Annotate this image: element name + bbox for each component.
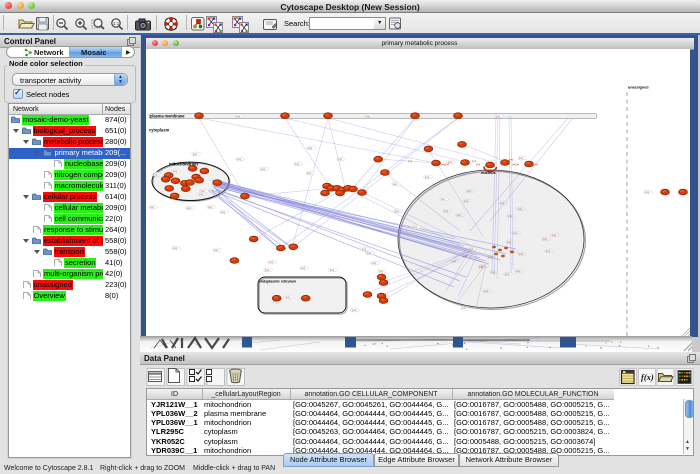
svg-text:[•••]: [•••] bbox=[542, 237, 547, 241]
svg-text:[•••]: [•••] bbox=[451, 259, 456, 263]
svg-text:[•••]: [•••] bbox=[518, 156, 523, 160]
svg-text:mitochondrion: mitochondrion bbox=[169, 161, 198, 166]
svg-text:nucleus: nucleus bbox=[481, 169, 496, 174]
svg-text:[•••]: [•••] bbox=[466, 189, 471, 193]
svg-text:[•••]: [•••] bbox=[490, 270, 495, 274]
svg-text:f(x): f(x) bbox=[641, 372, 654, 382]
svg-text:[•••]: [•••] bbox=[306, 171, 311, 175]
svg-text:[•••]: [•••] bbox=[504, 272, 509, 276]
svg-text:[•••]: [•••] bbox=[285, 295, 290, 299]
svg-text:[•••]: [•••] bbox=[461, 306, 466, 310]
svg-text:[•••]: [•••] bbox=[394, 209, 399, 213]
svg-text:[•••]: [•••] bbox=[220, 210, 225, 214]
svg-text:[•••]: [•••] bbox=[361, 247, 366, 251]
svg-text:[•••]: [•••] bbox=[186, 206, 191, 210]
svg-text:[•••]: [•••] bbox=[483, 289, 488, 293]
svg-text:[•••]: [•••] bbox=[192, 152, 197, 156]
svg-text:[•••]: [•••] bbox=[172, 246, 177, 250]
svg-text:[•••]: [•••] bbox=[499, 201, 504, 205]
svg-text:endoplasmic reticulum: endoplasmic reticulum bbox=[259, 279, 296, 283]
svg-text:[•••]: [•••] bbox=[412, 225, 417, 229]
svg-text:[•••]: [•••] bbox=[235, 113, 240, 117]
svg-text:[•••]: [•••] bbox=[478, 265, 483, 269]
svg-text:[•••]: [•••] bbox=[512, 231, 517, 235]
svg-text:[•••]: [•••] bbox=[149, 205, 154, 209]
svg-text:[•••]: [•••] bbox=[307, 146, 312, 150]
svg-text:[•••]: [•••] bbox=[213, 248, 218, 252]
svg-text:[•••]: [•••] bbox=[392, 182, 397, 186]
svg-text:[•••]: [•••] bbox=[260, 167, 265, 171]
svg-text:[•••]: [•••] bbox=[509, 158, 513, 161]
svg-text:[•••]: [•••] bbox=[236, 157, 241, 161]
svg-text:[•••]: [•••] bbox=[534, 163, 538, 166]
svg-text:[•••]: [•••] bbox=[337, 157, 342, 161]
svg-text:[•••]: [•••] bbox=[424, 175, 429, 179]
svg-text:[•••]: [•••] bbox=[551, 233, 556, 237]
svg-text:1:1: 1:1 bbox=[113, 21, 120, 26]
svg-text:[•••]: [•••] bbox=[294, 162, 299, 166]
svg-text:plasma membrane: plasma membrane bbox=[150, 113, 185, 118]
svg-text:[•••]: [•••] bbox=[440, 197, 445, 201]
svg-text:[•••]: [•••] bbox=[487, 255, 492, 259]
svg-text:[•••]: [•••] bbox=[456, 213, 461, 217]
svg-text:[•••]: [•••] bbox=[366, 251, 371, 255]
svg-text:unassigned: unassigned bbox=[628, 85, 649, 89]
svg-text:[•••]: [•••] bbox=[644, 190, 649, 194]
svg-text:[•••]: [•••] bbox=[476, 163, 480, 166]
svg-text:[•••]: [•••] bbox=[515, 269, 520, 273]
svg-text:[•••]: [•••] bbox=[462, 254, 467, 258]
svg-text:[•••][••]: [•••][••] bbox=[512, 163, 519, 166]
svg-text:[•••]: [•••] bbox=[506, 240, 511, 244]
svg-text:[•••]: [•••] bbox=[264, 268, 269, 272]
svg-text:[•••]: [•••] bbox=[268, 260, 273, 264]
svg-text:[•••]: [•••] bbox=[300, 266, 305, 270]
svg-text:[•••]: [•••] bbox=[365, 113, 370, 117]
svg-text:[•••]: [•••] bbox=[463, 199, 468, 203]
svg-text:[•••]: [•••] bbox=[172, 169, 177, 173]
svg-text:[•••]: [•••] bbox=[371, 261, 376, 265]
svg-text:[•••]: [•••] bbox=[507, 214, 512, 218]
svg-text:[•••]: [•••] bbox=[517, 207, 522, 211]
svg-text:[•••]: [•••] bbox=[378, 269, 383, 273]
svg-text:[•••]: [•••] bbox=[518, 252, 523, 256]
svg-text:[•••]: [•••] bbox=[408, 160, 412, 163]
svg-text:[•••]: [•••] bbox=[495, 113, 500, 117]
svg-text:cytoplasm: cytoplasm bbox=[149, 127, 170, 132]
svg-text:[•••]: [•••] bbox=[152, 172, 157, 176]
svg-text:[•••]: [•••] bbox=[545, 249, 550, 253]
svg-text:[•••]: [•••] bbox=[351, 308, 356, 312]
svg-text:[•••]: [•••] bbox=[468, 247, 473, 251]
svg-text:[•••]: [•••] bbox=[207, 205, 212, 209]
svg-text:[•••]: [•••] bbox=[329, 268, 334, 272]
svg-text:[•••]: [•••] bbox=[200, 189, 205, 193]
svg-text:[•••][•••]: [•••][•••] bbox=[441, 163, 449, 166]
svg-text:[•••]: [•••] bbox=[443, 209, 448, 213]
